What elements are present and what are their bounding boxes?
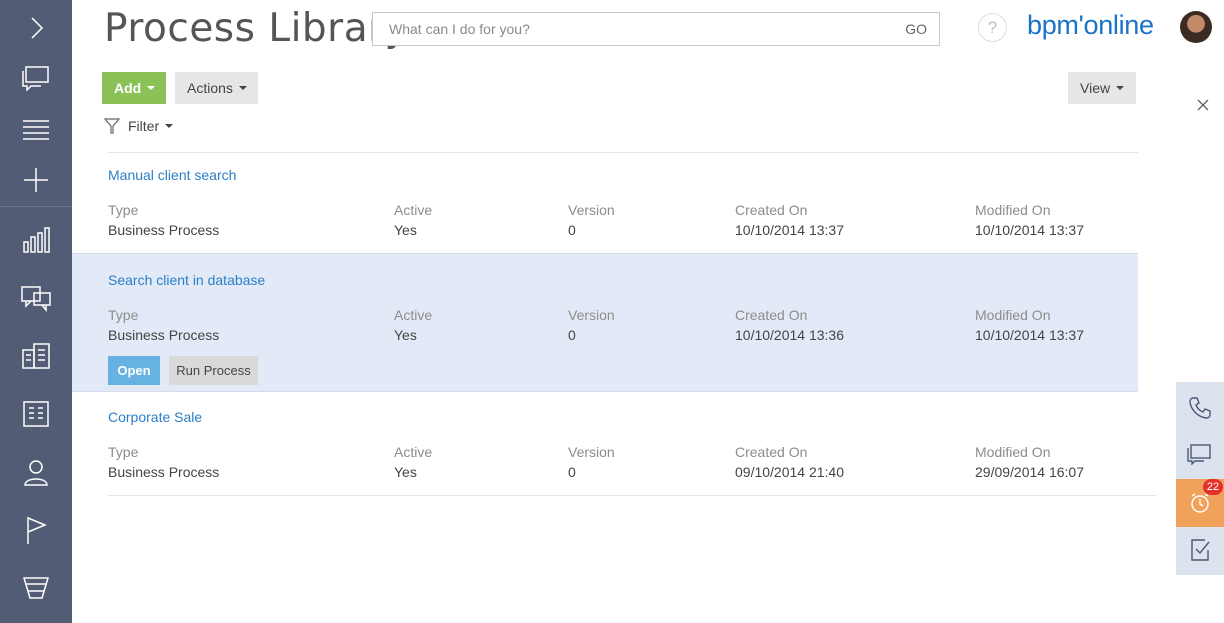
active-column: Active Yes: [394, 307, 432, 343]
created-column: Created On 10/10/2014 13:36: [735, 307, 844, 343]
caret-down-icon: [147, 86, 156, 90]
view-button[interactable]: View: [1068, 72, 1136, 104]
add-button[interactable]: Add: [102, 72, 166, 104]
menu-icon[interactable]: [0, 101, 72, 157]
filter-label: Filter: [128, 118, 160, 134]
active-value: Yes: [394, 327, 417, 343]
search-input[interactable]: [373, 13, 883, 45]
version-column: Version 0: [568, 202, 615, 238]
command-search: GO: [372, 12, 940, 46]
version-value: 0: [568, 222, 576, 238]
messages-icon[interactable]: [0, 270, 72, 326]
close-icon[interactable]: [1196, 98, 1212, 114]
list-item-selected[interactable]: Search client in database Type Business …: [72, 253, 1138, 392]
clock-icon: [1191, 493, 1209, 513]
created-column: Created On 10/10/2014 13:37: [735, 202, 844, 238]
type-label: Type: [108, 202, 139, 218]
notification-badge: 22: [1203, 479, 1223, 495]
contacts-icon[interactable]: [0, 328, 72, 384]
communication-panel: 22: [1176, 382, 1224, 575]
version-value: 0: [568, 464, 576, 480]
avatar[interactable]: [1180, 11, 1212, 43]
modified-column: Modified On 29/09/2014 16:07: [975, 444, 1084, 480]
version-label: Version: [568, 307, 615, 323]
modified-value: 29/09/2014 16:07: [975, 464, 1084, 480]
caret-down-icon: [1116, 86, 1125, 90]
type-column: Type Business Process: [108, 444, 219, 480]
filter-button[interactable]: Filter: [104, 115, 174, 137]
active-value: Yes: [394, 464, 417, 480]
type-column: Type Business Process: [108, 202, 219, 238]
notifications-button[interactable]: 22: [1176, 479, 1224, 527]
actions-button-label: Actions: [187, 80, 233, 96]
active-column: Active Yes: [394, 202, 432, 238]
view-button-label: View: [1080, 80, 1111, 96]
list-item[interactable]: Corporate Sale Type Business Process Act…: [72, 392, 1138, 495]
type-column: Type Business Process: [108, 307, 219, 343]
active-label: Active: [394, 444, 433, 460]
main-sidebar: [0, 0, 72, 623]
modified-value: 10/10/2014 13:37: [975, 222, 1084, 238]
modified-value: 10/10/2014 13:37: [975, 327, 1084, 343]
funnel-icon[interactable]: [0, 560, 72, 616]
version-label: Version: [568, 444, 615, 460]
record-title-link[interactable]: Manual client search: [108, 167, 236, 183]
version-column: Version 0: [568, 444, 615, 480]
modified-label: Modified On: [975, 307, 1051, 323]
created-label: Created On: [735, 444, 808, 460]
list-top-divider: [108, 152, 1138, 153]
chevron-right-icon[interactable]: [0, 0, 72, 56]
version-column: Version 0: [568, 307, 615, 343]
page-title: Process Library: [104, 6, 409, 51]
plus-icon[interactable]: [0, 152, 72, 208]
open-button[interactable]: Open: [108, 356, 160, 385]
active-label: Active: [394, 307, 433, 323]
phone-icon[interactable]: [1176, 384, 1224, 432]
created-label: Created On: [735, 202, 808, 218]
dashboard-icon[interactable]: [0, 212, 72, 268]
modified-column: Modified On 10/10/2014 13:37: [975, 307, 1084, 343]
created-value: 10/10/2014 13:37: [735, 222, 844, 238]
flag-icon[interactable]: [0, 502, 72, 558]
modified-label: Modified On: [975, 202, 1051, 218]
list-item[interactable]: Manual client search Type Business Proce…: [72, 156, 1138, 253]
type-label: Type: [108, 444, 139, 460]
feed-icon[interactable]: [0, 50, 72, 106]
created-column: Created On 09/10/2014 21:40: [735, 444, 844, 480]
modified-column: Modified On 10/10/2014 13:37: [975, 202, 1084, 238]
caret-down-icon: [238, 86, 247, 90]
help-icon[interactable]: ?: [978, 13, 1007, 42]
type-value: Business Process: [108, 222, 220, 238]
type-value: Business Process: [108, 464, 220, 480]
task-icon[interactable]: [1176, 526, 1224, 574]
run-process-button[interactable]: Run Process: [169, 356, 258, 385]
active-label: Active: [394, 202, 433, 218]
brand-logo: bpm'online: [1027, 10, 1154, 40]
add-button-label: Add: [114, 80, 142, 96]
caret-down-icon: [165, 124, 174, 128]
sidebar-divider: [0, 206, 72, 207]
record-title-link[interactable]: Search client in database: [108, 272, 265, 288]
modified-label: Modified On: [975, 444, 1051, 460]
accounts-icon[interactable]: [0, 386, 72, 442]
record-title-link[interactable]: Corporate Sale: [108, 409, 202, 425]
created-label: Created On: [735, 307, 808, 323]
active-column: Active Yes: [394, 444, 432, 480]
version-value: 0: [568, 327, 576, 343]
list-bottom-divider: [108, 495, 1156, 496]
created-value: 09/10/2014 21:40: [735, 464, 844, 480]
search-go-button[interactable]: GO: [905, 21, 927, 37]
chat-icon[interactable]: [1176, 430, 1224, 478]
type-value: Business Process: [108, 327, 220, 343]
version-label: Version: [568, 202, 615, 218]
user-icon[interactable]: [0, 444, 72, 500]
filter-icon: [104, 118, 120, 134]
created-value: 10/10/2014 13:36: [735, 327, 844, 343]
type-label: Type: [108, 307, 139, 323]
active-value: Yes: [394, 222, 417, 238]
actions-button[interactable]: Actions: [175, 72, 258, 104]
